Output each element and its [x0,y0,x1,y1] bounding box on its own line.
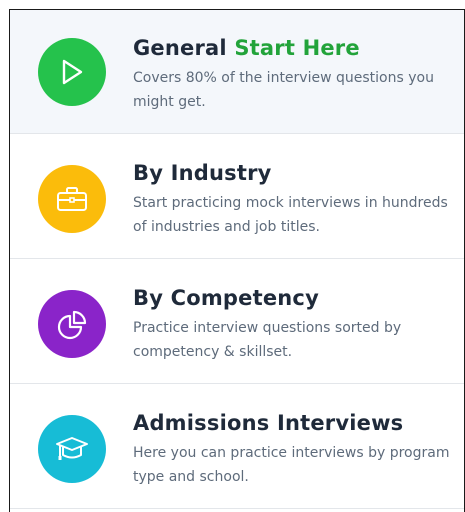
category-item-admissions-interviews[interactable]: Admissions Interviews Here you can pract… [10,385,464,509]
play-icon [62,59,83,85]
pie-chart-icon [57,310,87,340]
category-item-by-industry[interactable]: By Industry Start practicing mock interv… [10,135,464,259]
category-title: By Competency [133,286,319,310]
category-item-by-competency[interactable]: By Competency Practice interview questio… [10,260,464,384]
category-title: General Start Here [133,36,360,60]
category-description: Practice interview questions sorted by c… [133,320,402,360]
play-icon-badge [38,38,106,106]
briefcase-icon [57,187,87,211]
category-item-general[interactable]: General Start Here Covers 80% of the int… [10,10,464,134]
graduation-cap-icon [56,437,88,460]
category-description: Covers 80% of the interview questions yo… [133,70,434,110]
briefcase-icon-badge [38,165,106,233]
pie-chart-icon-badge [38,290,106,358]
category-title-text: General [133,36,227,60]
category-description: Here you can practice interviews by prog… [133,445,450,485]
category-title: By Industry [133,161,272,185]
category-title: Admissions Interviews [133,411,404,435]
interview-category-list: General Start Here Covers 80% of the int… [9,9,465,512]
graduation-cap-icon-badge [38,415,106,483]
category-description: Start practicing mock interviews in hund… [133,195,448,235]
start-here-label: Start Here [234,36,360,60]
